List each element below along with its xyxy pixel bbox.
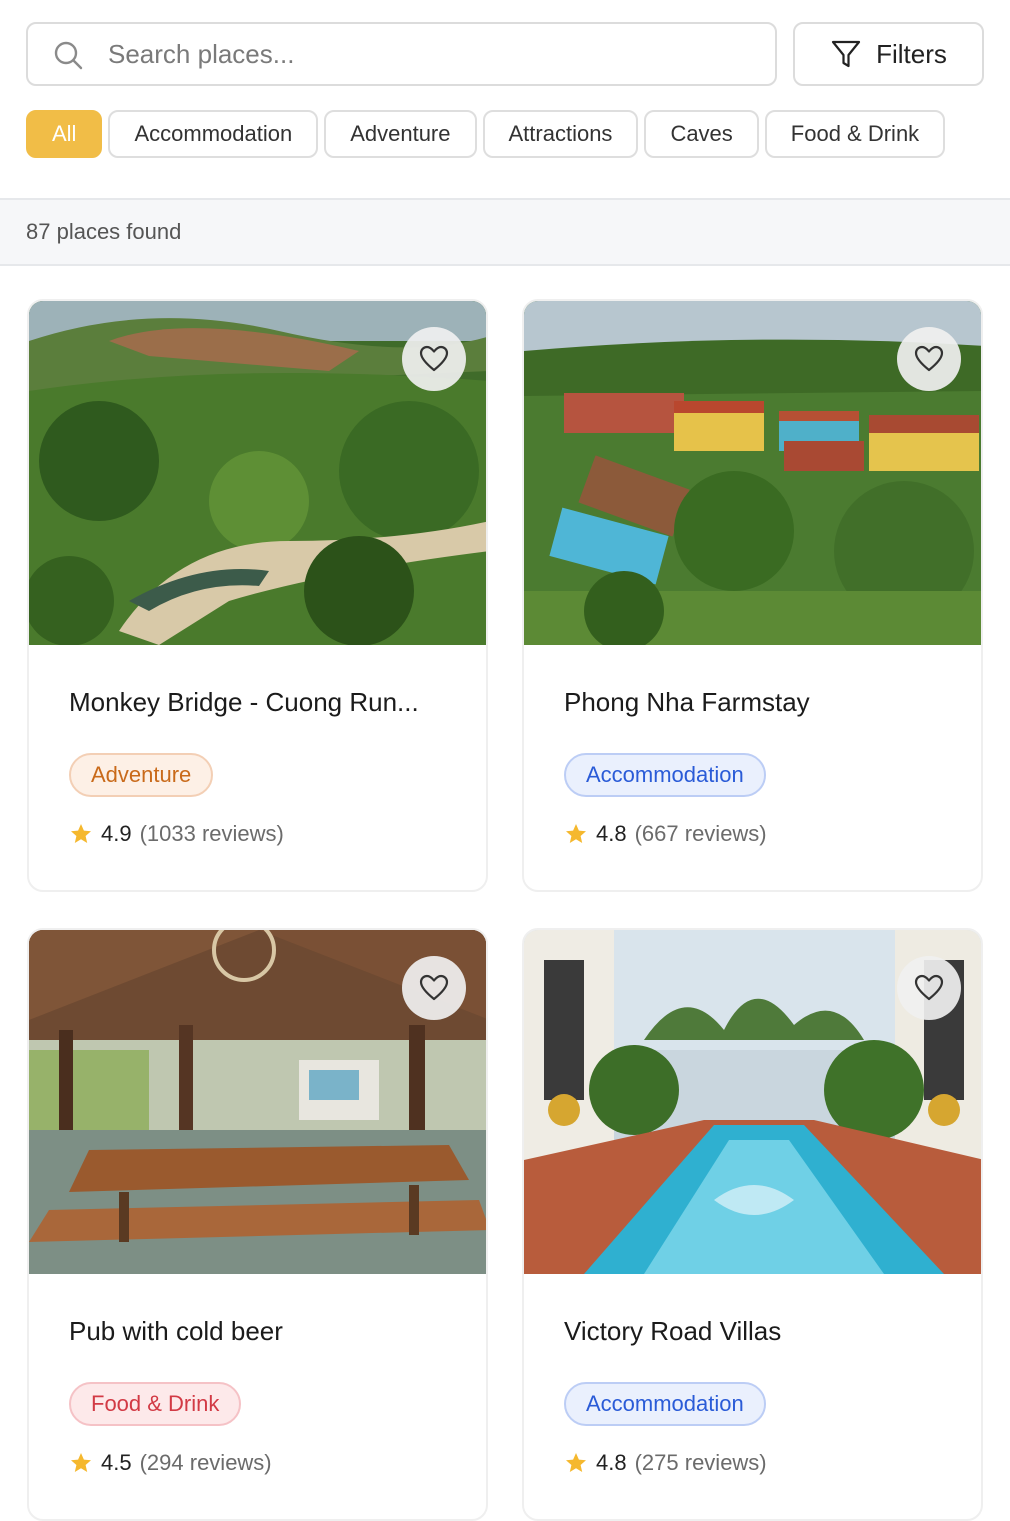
- star-icon: [71, 824, 91, 843]
- place-title[interactable]: Monkey Bridge - Cuong Run...: [69, 687, 449, 718]
- place-image[interactable]: [524, 301, 981, 645]
- review-count: (275 reviews): [634, 1450, 767, 1475]
- category-chips: All Accommodation Adventure Attractions Cave…: [26, 110, 984, 158]
- category-badge: Accommodation: [564, 753, 766, 797]
- rating: 4.8 (667 reviews): [564, 821, 767, 847]
- rating-value: 4.8: [596, 1450, 627, 1475]
- rating: 4.8 (275 reviews): [564, 1450, 767, 1476]
- review-count: (1033 reviews): [139, 821, 284, 846]
- places-grid: Monkey Bridge - Cuong Run... Adventure 4…: [0, 266, 1010, 1521]
- search-box[interactable]: [26, 22, 777, 86]
- search-input[interactable]: [108, 32, 748, 76]
- star-icon: [566, 1453, 586, 1472]
- results-count: 87 places found: [0, 198, 1010, 266]
- header: Filters AllAccommodationAdventureAttract…: [0, 0, 1010, 198]
- rating-value: 4.5: [101, 1450, 132, 1475]
- place-card[interactable]: Victory Road Villas Accommodation 4.8 (2…: [522, 928, 983, 1521]
- category-badge: Food & Drink: [69, 1382, 242, 1426]
- chip-food-drink[interactable]: Food & Drink: [764, 110, 946, 158]
- heart-icon: [419, 974, 449, 1001]
- place-title[interactable]: Pub with cold beer: [69, 1316, 449, 1347]
- rating: 4.9 (1033 reviews): [69, 821, 284, 847]
- favorite-button[interactable]: [897, 327, 961, 391]
- place-image[interactable]: [524, 930, 981, 1274]
- place-image[interactable]: [29, 301, 486, 645]
- place-image[interactable]: [29, 930, 486, 1274]
- filter-icon: [832, 40, 861, 68]
- category-badge: Accommodation: [564, 1382, 766, 1426]
- star-icon: [566, 824, 586, 843]
- review-count: (667 reviews): [634, 821, 767, 846]
- chip-attractions[interactable]: Attractions: [482, 110, 639, 158]
- heart-icon: [914, 974, 944, 1001]
- chip-all[interactable]: All: [26, 110, 103, 158]
- favorite-button[interactable]: [402, 956, 466, 1020]
- chip-accommodation[interactable]: Accommodation: [108, 110, 319, 158]
- rating-value: 4.9: [101, 821, 132, 846]
- place-card[interactable]: Pub with cold beer Food & Drink 4.5 (294…: [27, 928, 488, 1521]
- place-card[interactable]: Monkey Bridge - Cuong Run... Adventure 4…: [27, 299, 488, 892]
- chip-caves[interactable]: Caves: [644, 110, 759, 158]
- favorite-button[interactable]: [897, 956, 961, 1020]
- rating-value: 4.8: [596, 821, 627, 846]
- heart-icon: [914, 345, 944, 372]
- category-badge: Adventure: [69, 753, 214, 797]
- place-title[interactable]: Victory Road Villas: [564, 1316, 944, 1347]
- search-icon: [54, 41, 83, 70]
- heart-icon: [419, 345, 449, 372]
- favorite-button[interactable]: [402, 327, 466, 391]
- review-count: (294 reviews): [139, 1450, 272, 1475]
- filters-button[interactable]: Filters: [793, 22, 984, 86]
- results-text: 87 places found: [26, 219, 182, 244]
- star-icon: [71, 1453, 91, 1472]
- filters-label: Filters: [876, 38, 947, 69]
- rating: 4.5 (294 reviews): [69, 1450, 272, 1476]
- chip-adventure[interactable]: Adventure: [324, 110, 477, 158]
- place-title[interactable]: Phong Nha Farmstay: [564, 687, 944, 718]
- place-card[interactable]: Phong Nha Farmstay Accommodation 4.8 (66…: [522, 299, 983, 892]
